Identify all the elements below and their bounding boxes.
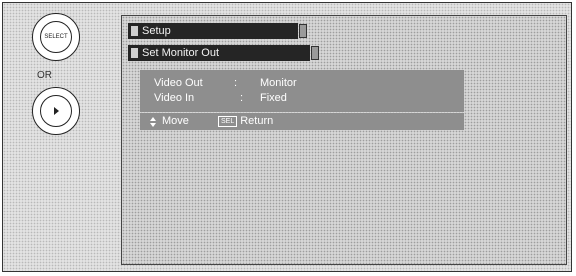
direction-pad[interactable] [32,87,80,135]
select-button-icon: SELECT [40,21,72,53]
select-button[interactable]: SELECT [32,13,80,61]
instruction-figure: SELECT OR Setup Set Monitor Out Video Ou… [2,2,572,272]
setting-label: Video In [154,92,195,104]
sel-button-icon: SEL [218,115,238,127]
setup-title-bar: Setup [128,23,307,39]
setting-row-video-out: Video Out : Monitor [154,76,454,90]
osd-screen: Setup Set Monitor Out Video Out : Monito… [121,15,567,265]
remote-control-panel: SELECT OR [3,3,109,271]
setting-row-video-in: Video In : Fixed [154,91,454,105]
setting-value: Monitor [260,77,297,89]
move-label: Move [162,115,189,127]
return-hint: SEL Return [218,113,273,130]
bar-end-icon [299,24,307,38]
settings-box: Video Out : Monitor Video In : Fixed [140,70,464,112]
navigation-hint-bar: Move SEL Return [140,113,464,130]
menu-marker-icon [131,26,138,36]
bar-end-icon [311,46,319,60]
return-label: Return [240,115,274,127]
submenu-title-bar[interactable]: Set Monitor Out [128,45,319,61]
setting-label: Video Out [154,77,203,89]
up-down-arrow-icon [150,117,156,127]
setting-separator: : [234,77,238,89]
submenu-title: Set Monitor Out [142,47,220,59]
setting-separator: : [240,92,244,104]
setting-value: Fixed [260,92,287,104]
setup-title: Setup [142,25,171,37]
or-label: OR [37,70,52,81]
menu-marker-icon [131,48,138,58]
play-button-icon [40,95,72,127]
